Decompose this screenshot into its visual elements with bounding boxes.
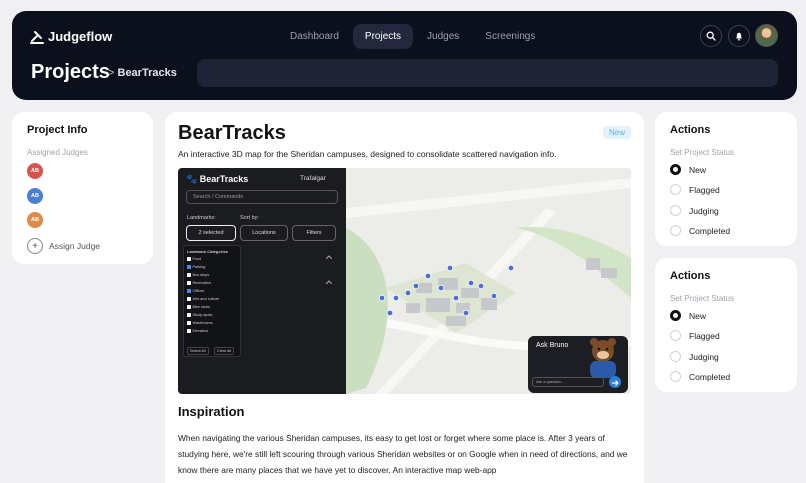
paw-icon: 🐾	[186, 174, 198, 184]
project-info-title: Project Info	[27, 124, 88, 136]
radio-icon	[670, 225, 681, 236]
plus-icon: +	[27, 238, 43, 254]
set-status-label: Set Project Status	[670, 294, 735, 303]
radio-icon	[670, 351, 681, 362]
assigned-judges-label: Assigned Judges	[27, 148, 88, 157]
radio-icon	[670, 184, 681, 195]
chevron-up-icon	[326, 280, 332, 284]
judge-avatar[interactable]: AB	[27, 188, 43, 204]
category-item: Recreation	[187, 281, 211, 285]
breadcrumb: > BearTracks	[108, 67, 177, 79]
chat-input: Ask a question...	[532, 377, 604, 387]
status-option-completed[interactable]: Completed	[670, 371, 730, 382]
command-search: Search / Commands	[186, 190, 338, 204]
send-arrow-icon	[609, 376, 621, 388]
radio-icon	[670, 205, 681, 216]
actions-card: Actions Set Project Status New Flagged J…	[655, 258, 797, 392]
landmarks-label: Landmarks:	[187, 215, 216, 221]
judge-avatar[interactable]: AB	[27, 212, 43, 228]
breadcrumb-current: BearTracks	[117, 67, 177, 79]
assign-judge-label: Assign Judge	[49, 241, 101, 251]
chat-title: Ask Bruno	[536, 342, 569, 349]
dropdown-title: Landmark Categories	[187, 249, 228, 254]
campus-label: Trafalgar	[300, 175, 326, 182]
radio-selected-icon	[670, 310, 681, 321]
project-screenshot[interactable]: 🐾 BearTracks Trafalgar Search / Commands…	[178, 168, 631, 394]
nav-dashboard[interactable]: Dashboard	[278, 24, 351, 49]
radio-icon	[670, 330, 681, 341]
main-nav: Dashboard Projects Judges Screenings	[278, 24, 547, 49]
category-item: Arts and culture	[187, 297, 219, 301]
selected-pill: 2 selected	[186, 225, 236, 241]
user-avatar[interactable]	[755, 24, 778, 47]
status-badge: New	[603, 126, 632, 139]
filters-pill: Filters	[292, 225, 336, 241]
status-option-flagged[interactable]: Flagged	[670, 330, 720, 341]
bell-icon	[736, 32, 742, 41]
landmark-dropdown: Landmark Categories Food Parking Bus sto…	[183, 245, 241, 357]
chevron-up-icon	[326, 255, 332, 259]
search-button[interactable]	[700, 25, 722, 47]
project-info-card: Project Info Assigned Judges AB AB AB + …	[12, 112, 153, 264]
ask-bruno-chat: Ask Bruno Ask a question...	[528, 336, 628, 393]
judgeflow-logo-icon	[30, 30, 44, 44]
status-option-flagged[interactable]: Flagged	[670, 184, 720, 195]
breadcrumb-separator: >	[108, 67, 115, 79]
header-search-bar[interactable]	[197, 59, 778, 87]
assign-judge-button[interactable]: + Assign Judge	[27, 238, 100, 254]
status-option-new[interactable]: New	[670, 310, 706, 321]
screenshot-sidebar: 🐾 BearTracks Trafalgar Search / Commands…	[178, 168, 346, 394]
top-header: Judgeflow Dashboard Projects Judges Scre…	[12, 11, 797, 100]
nav-projects[interactable]: Projects	[352, 24, 414, 49]
status-option-judging[interactable]: Judging	[670, 205, 719, 216]
actions-title: Actions	[670, 124, 711, 136]
category-item: Bike racks	[187, 305, 210, 309]
screenshot-app-title: 🐾 BearTracks	[186, 174, 248, 185]
project-detail-card: BearTracks New An interactive 3D map for…	[165, 112, 644, 483]
status-option-new[interactable]: New	[670, 164, 706, 175]
category-item: Study spots	[187, 313, 212, 317]
inspiration-heading: Inspiration	[178, 404, 245, 419]
inspiration-text: When navigating the various Sheridan cam…	[178, 433, 628, 475]
notifications-button[interactable]	[728, 25, 750, 47]
project-title: BearTracks	[178, 122, 286, 144]
select-all-button: Select All	[187, 347, 209, 355]
category-item: Bus stops	[187, 273, 209, 277]
category-item: Elevators	[187, 329, 208, 333]
nav-judges[interactable]: Judges	[415, 24, 471, 49]
radio-selected-icon	[670, 164, 681, 175]
category-item: Offices	[187, 289, 204, 293]
project-description: An interactive 3D map for the Sheridan c…	[178, 149, 557, 159]
category-item: Parking	[187, 265, 205, 269]
set-status-label: Set Project Status	[670, 148, 735, 157]
status-option-completed[interactable]: Completed	[670, 225, 730, 236]
actions-card: Actions Set Project Status New Flagged J…	[655, 112, 797, 246]
nav-screenings[interactable]: Screenings	[473, 24, 547, 49]
locations-pill: Locations	[240, 225, 288, 241]
app-logo[interactable]: Judgeflow	[30, 29, 112, 44]
search-icon	[706, 31, 716, 41]
app-name: Judgeflow	[48, 29, 113, 44]
screenshot-app-name: BearTracks	[199, 174, 249, 184]
category-item: Food	[187, 257, 201, 261]
judge-avatar[interactable]: AB	[27, 163, 43, 179]
bear-mascot-icon	[590, 338, 616, 378]
clear-all-button: Clear All	[214, 347, 235, 355]
category-item: Washrooms	[187, 321, 213, 325]
actions-title: Actions	[670, 270, 711, 282]
page-title: Projects	[31, 61, 110, 83]
radio-icon	[670, 371, 681, 382]
sort-label: Sort by:	[240, 215, 259, 221]
status-option-judging[interactable]: Judging	[670, 351, 719, 362]
